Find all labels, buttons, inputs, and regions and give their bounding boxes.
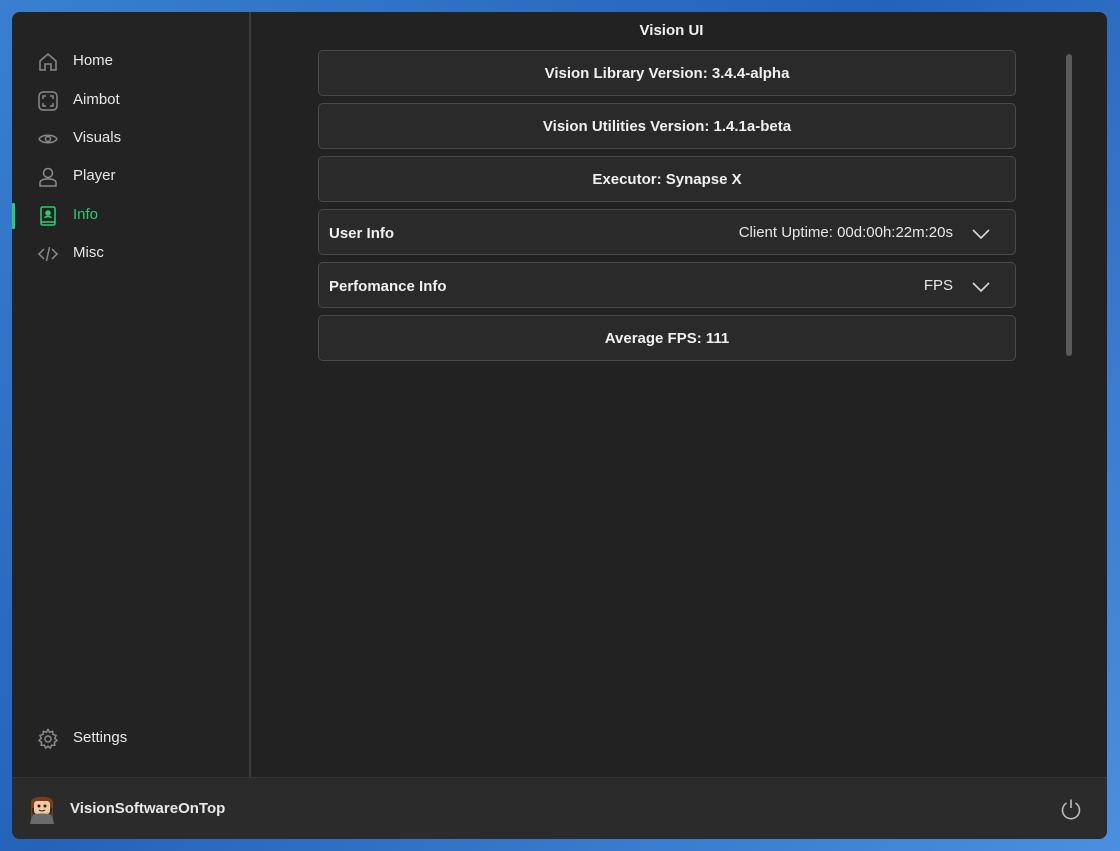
username: VisionSoftwareOnTop xyxy=(70,800,226,817)
sidebar: Home Aimbot Visuals Player Info Misc Set… xyxy=(12,12,251,777)
library-version-button[interactable]: Vision Library Version: 3.4.4-alpha xyxy=(318,50,1016,96)
sidebar-item-label: Home xyxy=(73,52,114,69)
main-content: Vision UI Vision Library Version: 3.4.4-… xyxy=(251,12,1107,777)
chevron-down-icon xyxy=(971,227,991,240)
performance-info-dropdown[interactable]: Perfomance Info FPS xyxy=(318,262,1016,308)
sidebar-item-visuals[interactable]: Visuals xyxy=(12,120,249,158)
dropdown-label: Perfomance Info xyxy=(329,278,447,295)
app-window: Home Aimbot Visuals Player Info Misc Set… xyxy=(12,12,1107,839)
avatar xyxy=(28,792,56,824)
settings-label: Settings xyxy=(73,729,128,746)
sidebar-item-label: Visuals xyxy=(73,129,122,146)
average-fps-button[interactable]: Average FPS: 111 xyxy=(318,315,1016,361)
card-text: Average FPS: 111 xyxy=(604,330,730,347)
sidebar-item-player[interactable]: Player xyxy=(12,158,249,196)
eye-icon xyxy=(37,128,59,150)
user-icon xyxy=(37,166,59,188)
sidebar-item-label: Misc xyxy=(73,244,104,261)
utilities-version-button[interactable]: Vision Utilities Version: 1.4.1a-beta xyxy=(318,103,1016,149)
card-text: Vision Utilities Version: 1.4.1a-beta xyxy=(542,118,792,135)
sidebar-item-aimbot[interactable]: Aimbot xyxy=(12,82,249,120)
home-icon xyxy=(37,51,59,73)
dropdown-value: FPS xyxy=(923,277,953,294)
card-text: Executor: Synapse X xyxy=(592,171,742,188)
code-icon xyxy=(37,243,59,265)
chevron-down-icon xyxy=(971,280,991,293)
dropdown-label: User Info xyxy=(329,225,395,242)
sidebar-item-misc[interactable]: Misc xyxy=(12,235,249,273)
dropdown-value: Client Uptime: 00d:00h:22m:20s xyxy=(738,224,953,241)
scrollbar[interactable] xyxy=(1066,54,1072,356)
power-icon[interactable] xyxy=(1059,797,1083,821)
executor-button[interactable]: Executor: Synapse X xyxy=(318,156,1016,202)
gear-icon xyxy=(37,728,59,750)
active-indicator xyxy=(12,203,15,229)
crosshair-frame-icon xyxy=(37,90,59,112)
sidebar-item-label: Aimbot xyxy=(73,91,120,108)
sidebar-item-label: Info xyxy=(73,206,99,223)
user-info-dropdown[interactable]: User Info Client Uptime: 00d:00h:22m:20s xyxy=(318,209,1016,255)
sidebar-item-home[interactable]: Home xyxy=(12,43,249,81)
card-text: Vision Library Version: 3.4.4-alpha xyxy=(544,65,790,82)
footer: VisionSoftwareOnTop xyxy=(12,777,1107,839)
page-title: Vision UI xyxy=(639,22,704,39)
sidebar-item-settings[interactable]: Settings xyxy=(12,720,249,758)
sidebar-item-label: Player xyxy=(73,167,116,184)
sidebar-item-info[interactable]: Info xyxy=(12,197,249,235)
book-icon xyxy=(37,205,59,227)
